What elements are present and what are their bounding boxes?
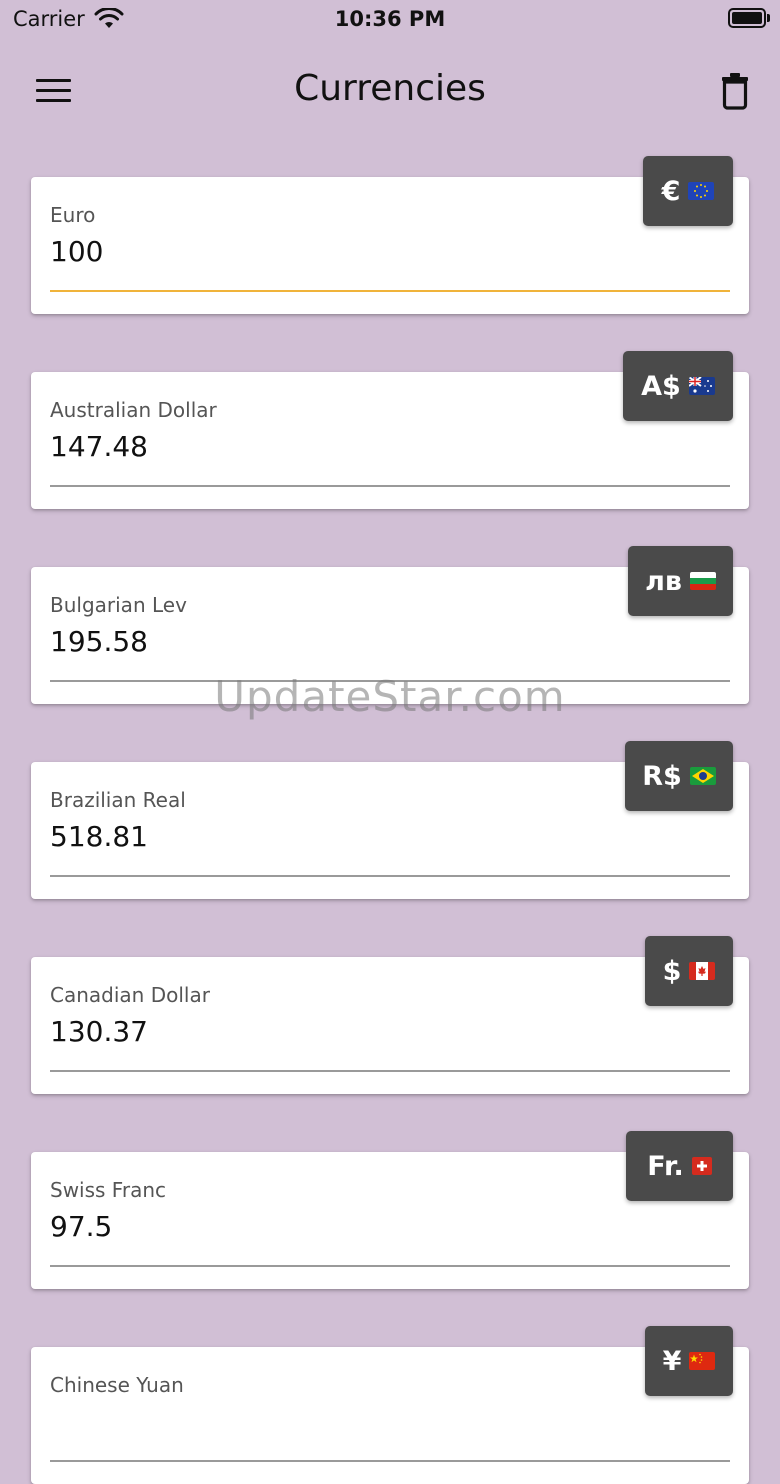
currency-symbol: лв: [645, 565, 682, 597]
currency-symbol: R$: [642, 760, 682, 792]
currency-name: Swiss Franc: [50, 1178, 167, 1202]
currency-card-eur[interactable]: Euro: [31, 177, 749, 314]
input-underline: [50, 875, 730, 877]
battery-icon: [728, 8, 770, 28]
currency-name: Australian Dollar: [50, 398, 217, 422]
currency-badge-eur[interactable]: €: [643, 156, 733, 226]
ch-flag-icon: [691, 1157, 712, 1175]
amount-input[interactable]: [50, 1210, 610, 1243]
currency-badge-cny[interactable]: ¥: [645, 1326, 733, 1396]
input-underline: [50, 1265, 730, 1267]
eu-flag-icon: [688, 182, 715, 200]
clock: 10:36 PM: [334, 7, 446, 31]
trash-icon[interactable]: [721, 72, 749, 110]
currency-name: Euro: [50, 203, 96, 227]
currency-badge-bgn[interactable]: лв: [628, 546, 733, 616]
amount-input[interactable]: [50, 430, 610, 463]
currency-symbol: Fr.: [647, 1150, 684, 1182]
amount-input[interactable]: [50, 1405, 610, 1438]
input-underline: [50, 485, 730, 487]
currency-symbol: ¥: [662, 1345, 682, 1377]
ca-flag-icon: [689, 962, 716, 980]
input-underline: [50, 1070, 730, 1072]
input-underline: [50, 290, 730, 292]
currency-name: Bulgarian Lev: [50, 593, 187, 617]
currency-card-cad[interactable]: Canadian Dollar: [31, 957, 749, 1094]
currency-symbol: A$: [641, 370, 681, 402]
currency-card-cny[interactable]: Chinese Yuan: [31, 1347, 749, 1484]
currency-symbol: $: [662, 955, 682, 987]
input-underline: [50, 680, 730, 682]
currency-badge-chf[interactable]: Fr.: [626, 1131, 733, 1201]
amount-input[interactable]: [50, 235, 610, 268]
currency-symbol: €: [661, 175, 681, 207]
app-bar: Currencies: [0, 50, 780, 130]
bg-flag-icon: [689, 572, 716, 590]
br-flag-icon: [689, 767, 716, 785]
currency-name: Chinese Yuan: [50, 1373, 184, 1397]
amount-input[interactable]: [50, 625, 610, 658]
currency-badge-brl[interactable]: R$: [625, 741, 733, 811]
cn-flag-icon: [689, 1352, 716, 1370]
amount-input[interactable]: [50, 1015, 610, 1048]
page-title: Currencies: [294, 68, 486, 109]
status-bar: Carrier 10:36 PM: [0, 0, 780, 40]
au-flag-icon: [688, 377, 715, 395]
currency-name: Canadian Dollar: [50, 983, 210, 1007]
currency-badge-aud[interactable]: A$: [623, 351, 733, 421]
currency-name: Brazilian Real: [50, 788, 186, 812]
input-underline: [50, 1460, 730, 1462]
currency-badge-cad[interactable]: $: [645, 936, 733, 1006]
amount-input[interactable]: [50, 820, 610, 853]
